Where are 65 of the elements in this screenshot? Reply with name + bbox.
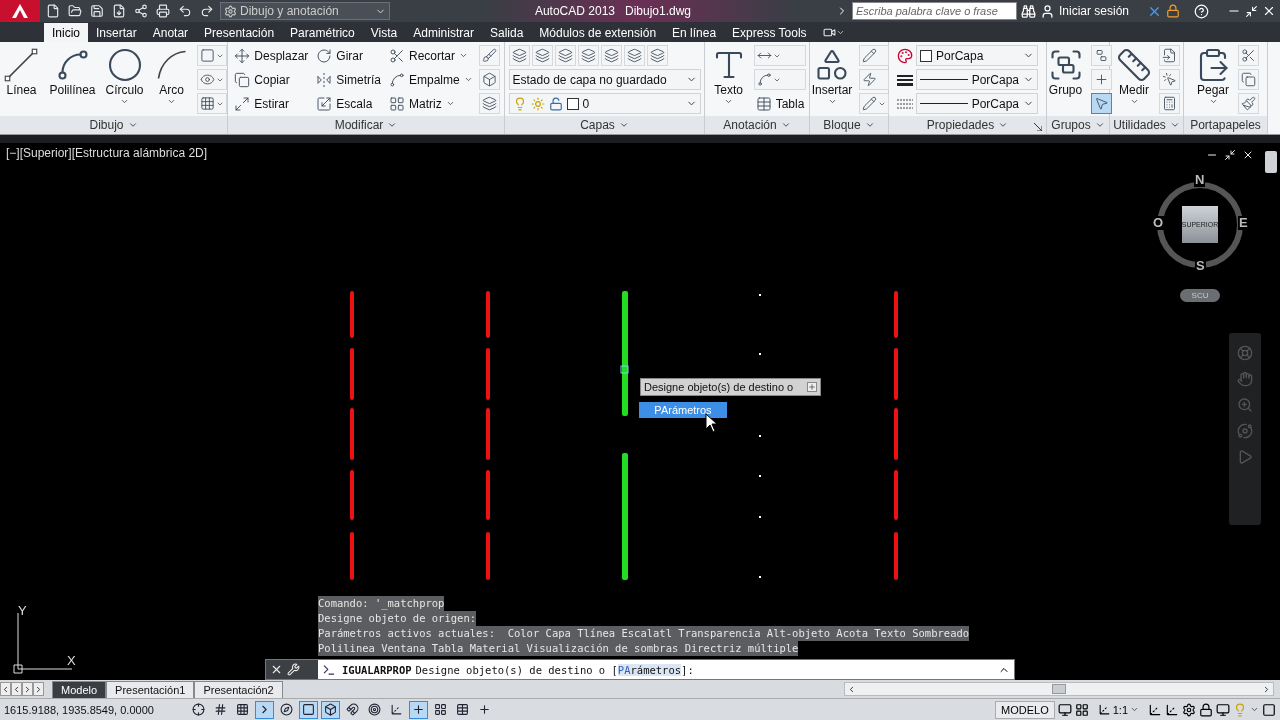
ribbon-button[interactable]: Desplazar: [232, 45, 311, 66]
layout-tab[interactable]: Presentación1: [106, 680, 195, 698]
line-dropdown[interactable]: PorCapa: [916, 93, 1038, 114]
sign-in-link[interactable]: Iniciar sesión: [1058, 4, 1129, 18]
ribbon-button[interactable]: Línea: [0, 45, 43, 99]
dynamic-input-tooltip: Designe objeto(s) de destino o: [640, 378, 821, 396]
ribbon-button[interactable]: Escala: [314, 93, 383, 114]
model-space-button[interactable]: MODELO: [995, 700, 1055, 719]
panel-title-bar[interactable]: Grupos: [1047, 116, 1109, 134]
ribbon-button[interactable]: Recortar: [387, 45, 475, 66]
compass-label[interactable]: S: [1195, 259, 1206, 273]
ribbon-button[interactable]: Polilínea: [46, 45, 99, 99]
ribbon-tab[interactable]: Express Tools: [724, 23, 815, 42]
panel-title-bar[interactable]: Capas: [505, 116, 704, 134]
ribbon-button[interactable]: Arco: [150, 45, 193, 108]
panel-title-bar[interactable]: Utilidades: [1110, 116, 1183, 134]
ribbon-button[interactable]: Empalme: [387, 69, 475, 90]
layout-tab[interactable]: Presentación2: [194, 680, 283, 698]
ribbon-button[interactable]: Grupo: [1044, 45, 1087, 99]
ribbon-button[interactable]: Tabla: [753, 93, 807, 114]
ribbon-tab[interactable]: Paramétrico: [282, 23, 363, 42]
search-field[interactable]: Escriba palabra clave o frase: [851, 2, 1017, 20]
annotation-scale-button[interactable]: 1:1: [1091, 700, 1145, 719]
command-prompt: Designe objeto(s) de destino o [PArámetros]:: [415, 663, 695, 676]
color-dropdown[interactable]: PorCapa: [916, 45, 1038, 66]
ribbon-button[interactable]: Insertar: [808, 45, 856, 108]
ribbon-button[interactable]: Copiar: [232, 69, 311, 90]
coordinates: 1615.9188, 1935.8549, 0.0000: [4, 703, 155, 716]
ribbon-tab[interactable]: Módulos de extensión: [531, 23, 665, 42]
ribbon-button[interactable]: Pegar: [1192, 45, 1234, 108]
layout-tab[interactable]: Modelo: [52, 680, 107, 698]
command-name: IGUALARPROP: [342, 663, 412, 676]
axis-label: Y: [18, 603, 27, 618]
ribbon-button[interactable]: Estirar: [232, 93, 311, 114]
panel-title-bar[interactable]: Anotación: [705, 116, 809, 134]
ribbon-button[interactable]: Medir: [1113, 45, 1155, 108]
workspace-dropdown[interactable]: Dibujo y anotación: [220, 2, 390, 20]
ribbon-tab[interactable]: Anotar: [144, 23, 197, 42]
line-dropdown[interactable]: PorCapa: [916, 69, 1038, 90]
layer-dropdown[interactable]: 0: [508, 93, 701, 114]
panel-title-bar[interactable]: Dibujo: [0, 116, 227, 134]
ribbon-tab[interactable]: Vista: [362, 23, 406, 42]
axis-label: X: [67, 653, 76, 668]
layer-state-dropdown[interactable]: Estado de capa no guardado: [508, 69, 701, 90]
ribbon-tab[interactable]: Insertar: [88, 23, 145, 42]
compass-label[interactable]: O: [1152, 216, 1165, 230]
ribbon-tab[interactable]: Inicio: [44, 23, 88, 42]
ribbon-button[interactable]: Matriz: [387, 93, 475, 114]
ribbon-tab[interactable]: Presentación: [196, 23, 283, 42]
panel-title-bar[interactable]: Propiedades: [889, 116, 1046, 134]
ribbon-button[interactable]: Girar: [314, 45, 383, 66]
viewport-label[interactable]: [−][Superior][Estructura alámbrica 2D]: [6, 146, 208, 160]
compass-label[interactable]: N: [1194, 173, 1206, 187]
ribbon-button[interactable]: Simetría: [314, 69, 383, 90]
compass-label[interactable]: E: [1238, 216, 1249, 230]
app-title: AutoCAD 2013: [534, 4, 615, 18]
panel-title-bar[interactable]: Portapapeles: [1184, 116, 1267, 134]
ribbon-tab[interactable]: Administrar: [405, 23, 482, 42]
ribbon-tab[interactable]: En línea: [664, 23, 725, 42]
ribbon-button[interactable]: Círculo: [102, 45, 147, 108]
panel-title-bar[interactable]: Modificar: [228, 116, 504, 134]
file-title: Dibujo1.dwg: [625, 4, 692, 18]
ribbon-button[interactable]: Texto: [707, 45, 750, 108]
panel-title-bar[interactable]: Bloque: [810, 116, 888, 134]
ribbon-tab[interactable]: Salida: [481, 23, 532, 42]
